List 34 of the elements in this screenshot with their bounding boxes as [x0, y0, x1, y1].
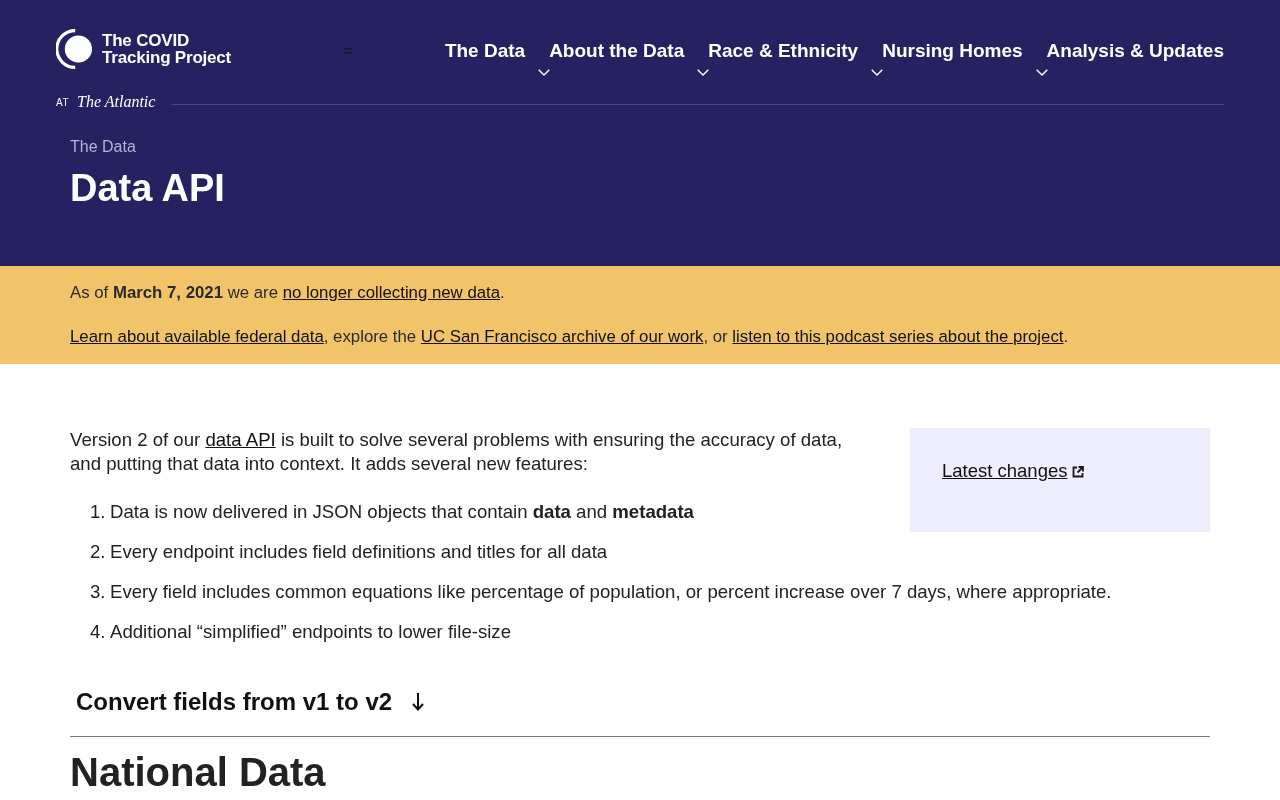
chevron-down-icon[interactable]	[1035, 69, 1048, 76]
chevron-down-icon[interactable]	[697, 69, 710, 76]
notice-link[interactable]: Learn about available federal data	[70, 327, 324, 346]
notice-link[interactable]: UC San Francisco archive of our work	[420, 327, 704, 346]
nav-link[interactable]: The Data	[444, 39, 526, 76]
convert-fields-toggle[interactable]: Convert fields from v1 to v2	[70, 682, 431, 722]
nav-link[interactable]: Race & Ethnicity	[708, 39, 859, 76]
data-api-link[interactable]: data API	[205, 429, 276, 450]
partner-name: The Atlantic	[77, 93, 156, 111]
notice-text: Learn about available federal data, explore the UC San Francisco archive of our work, or listen to this podcast series about the project.	[70, 326, 1070, 348]
nav-link[interactable]: Analysis & Updates	[1046, 39, 1224, 76]
site-name[interactable]: The COVID Tracking Project	[102, 32, 232, 66]
breadcrumb-link[interactable]: The Data	[70, 136, 136, 158]
nav-link[interactable]: About the Data	[549, 39, 685, 76]
list-number: 3.	[90, 580, 105, 604]
list-number: 1.	[90, 500, 105, 524]
notice-link[interactable]: listen to this podcast series about the project	[732, 327, 1064, 346]
feature-text: Data is now delivered in JSON objects that contain data and metadata	[110, 500, 694, 524]
list-number: 2.	[90, 540, 105, 564]
chevron-down-icon[interactable]	[538, 69, 551, 76]
external-link-icon	[1072, 466, 1085, 478]
list-number: 4.	[90, 620, 105, 644]
partner-prefix: AT	[56, 96, 70, 108]
feature-text: Every endpoint includes field definitions and titles for all data	[110, 540, 608, 564]
latest-changes-link[interactable]: Latest changes	[942, 459, 1068, 483]
feature-text: Every field includes common equations like percentage of population, or percent increase over 7 days, where appropriate.	[110, 580, 1112, 604]
down-arrow-icon	[412, 693, 425, 711]
nav-link[interactable]: Nursing Homes	[882, 39, 1023, 76]
chevron-down-icon[interactable]	[871, 69, 884, 76]
section-heading: National Data	[70, 749, 327, 795]
feature-text: Additional “simplified” endpoints to lower file-size	[110, 620, 511, 644]
notice-text: As of March 7, 2021 we are no longer collecting new data.	[70, 282, 506, 304]
intro-paragraph: Version 2 of our data API is built to solve several problems with ensuring the accuracy of data, and putting that data into context. It adds several new features:	[70, 428, 844, 476]
page-title: Data API	[70, 166, 225, 210]
